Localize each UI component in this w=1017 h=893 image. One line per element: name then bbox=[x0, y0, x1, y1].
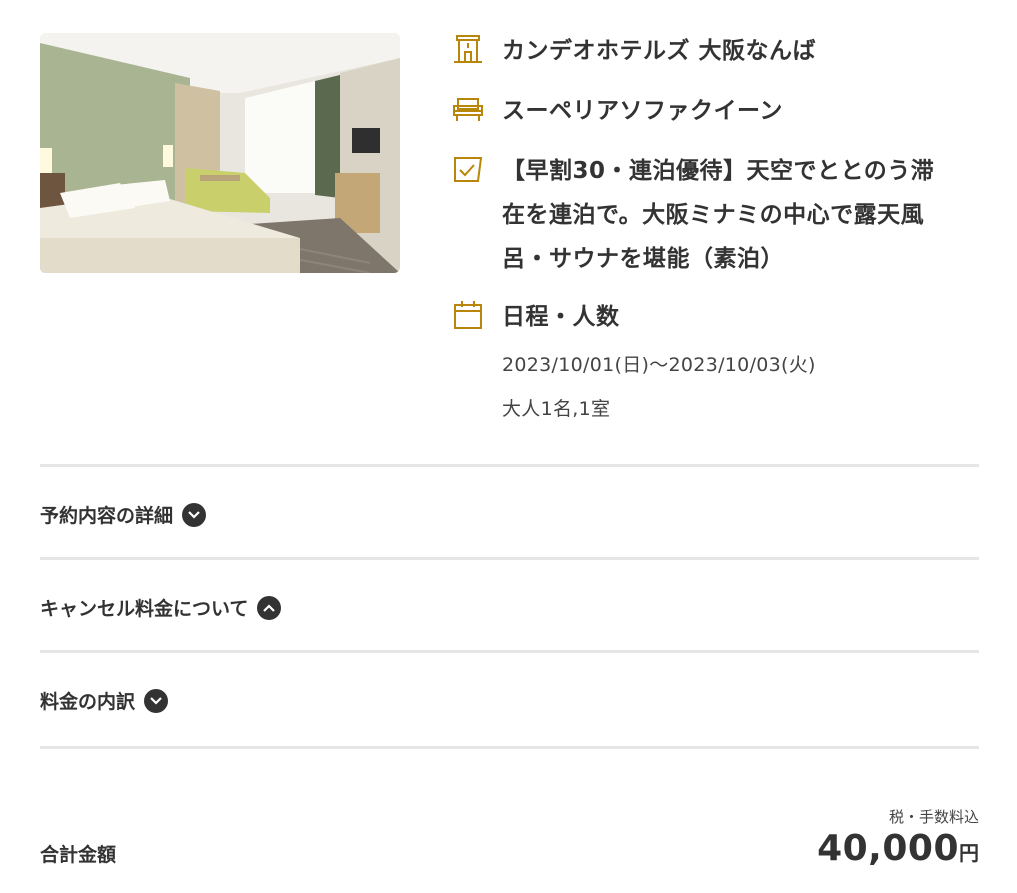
plan-check-icon bbox=[452, 153, 484, 185]
section-reservation-details[interactable]: 予約内容の詳細 bbox=[40, 464, 979, 560]
room-type: スーペリアソファクイーン bbox=[502, 98, 783, 124]
plan-name: 【早割30・連泊優待】天空でととのう滞 在を連泊で。大阪ミナミの中心で露天風 呂… bbox=[502, 149, 934, 281]
section-cancellation-fee[interactable]: キャンセル料金について bbox=[40, 557, 979, 653]
chevron-down-icon[interactable] bbox=[144, 688, 169, 713]
total-amount-value: 40,000 bbox=[817, 828, 959, 869]
total-label: 合計金額 bbox=[40, 844, 117, 866]
schedule-heading: 日程・人数 bbox=[502, 304, 620, 330]
room-row: スーペリアソファクイーン bbox=[452, 93, 982, 131]
price-breakdown-label: 料金の内訳 bbox=[40, 691, 136, 713]
plan-line-1: 【早割30・連泊優待】天空でととのう滞 bbox=[502, 158, 935, 184]
price-breakdown-toggle[interactable]: 料金の内訳 bbox=[40, 687, 169, 714]
total-amount: 40,000円 bbox=[817, 828, 979, 869]
schedule-row: 日程・人数 bbox=[452, 299, 982, 337]
reservation-details-label: 予約内容の詳細 bbox=[40, 505, 174, 527]
stay-dates: 2023/10/01(日)～2023/10/03(火) bbox=[502, 354, 816, 376]
section-price-breakdown[interactable]: 料金の内訳 bbox=[40, 650, 979, 749]
plan-line-3: 呂・サウナを堪能（素泊） bbox=[502, 246, 784, 272]
calendar-icon bbox=[452, 299, 484, 331]
guest-count: 大人1名,1室 bbox=[502, 398, 611, 420]
sofa-icon bbox=[452, 93, 484, 125]
chevron-down-icon[interactable] bbox=[182, 502, 207, 527]
cancellation-fee-toggle[interactable]: キャンセル料金について bbox=[40, 594, 282, 621]
plan-line-2: 在を連泊で。大阪ミナミの中心で露天風 bbox=[502, 202, 925, 228]
reservation-details-toggle[interactable]: 予約内容の詳細 bbox=[40, 501, 207, 528]
tax-note: 税・手数料込 bbox=[888, 808, 979, 826]
room-photo bbox=[40, 33, 400, 273]
cancellation-fee-label: キャンセル料金について bbox=[40, 598, 249, 620]
building-icon bbox=[452, 33, 484, 65]
hotel-name: カンデオホテルズ 大阪なんば bbox=[502, 38, 817, 64]
plan-row: 【早割30・連泊優待】天空でととのう滞 在を連泊で。大阪ミナミの中心で露天風 呂… bbox=[452, 153, 982, 281]
chevron-up-icon[interactable] bbox=[257, 595, 282, 620]
currency-unit: 円 bbox=[959, 841, 979, 865]
booking-info: カンデオホテルズ 大阪なんば スーペリアソファクイーン 【早割30・連泊優待】天… bbox=[452, 33, 982, 431]
hotel-row: カンデオホテルズ 大阪なんば bbox=[452, 33, 982, 71]
